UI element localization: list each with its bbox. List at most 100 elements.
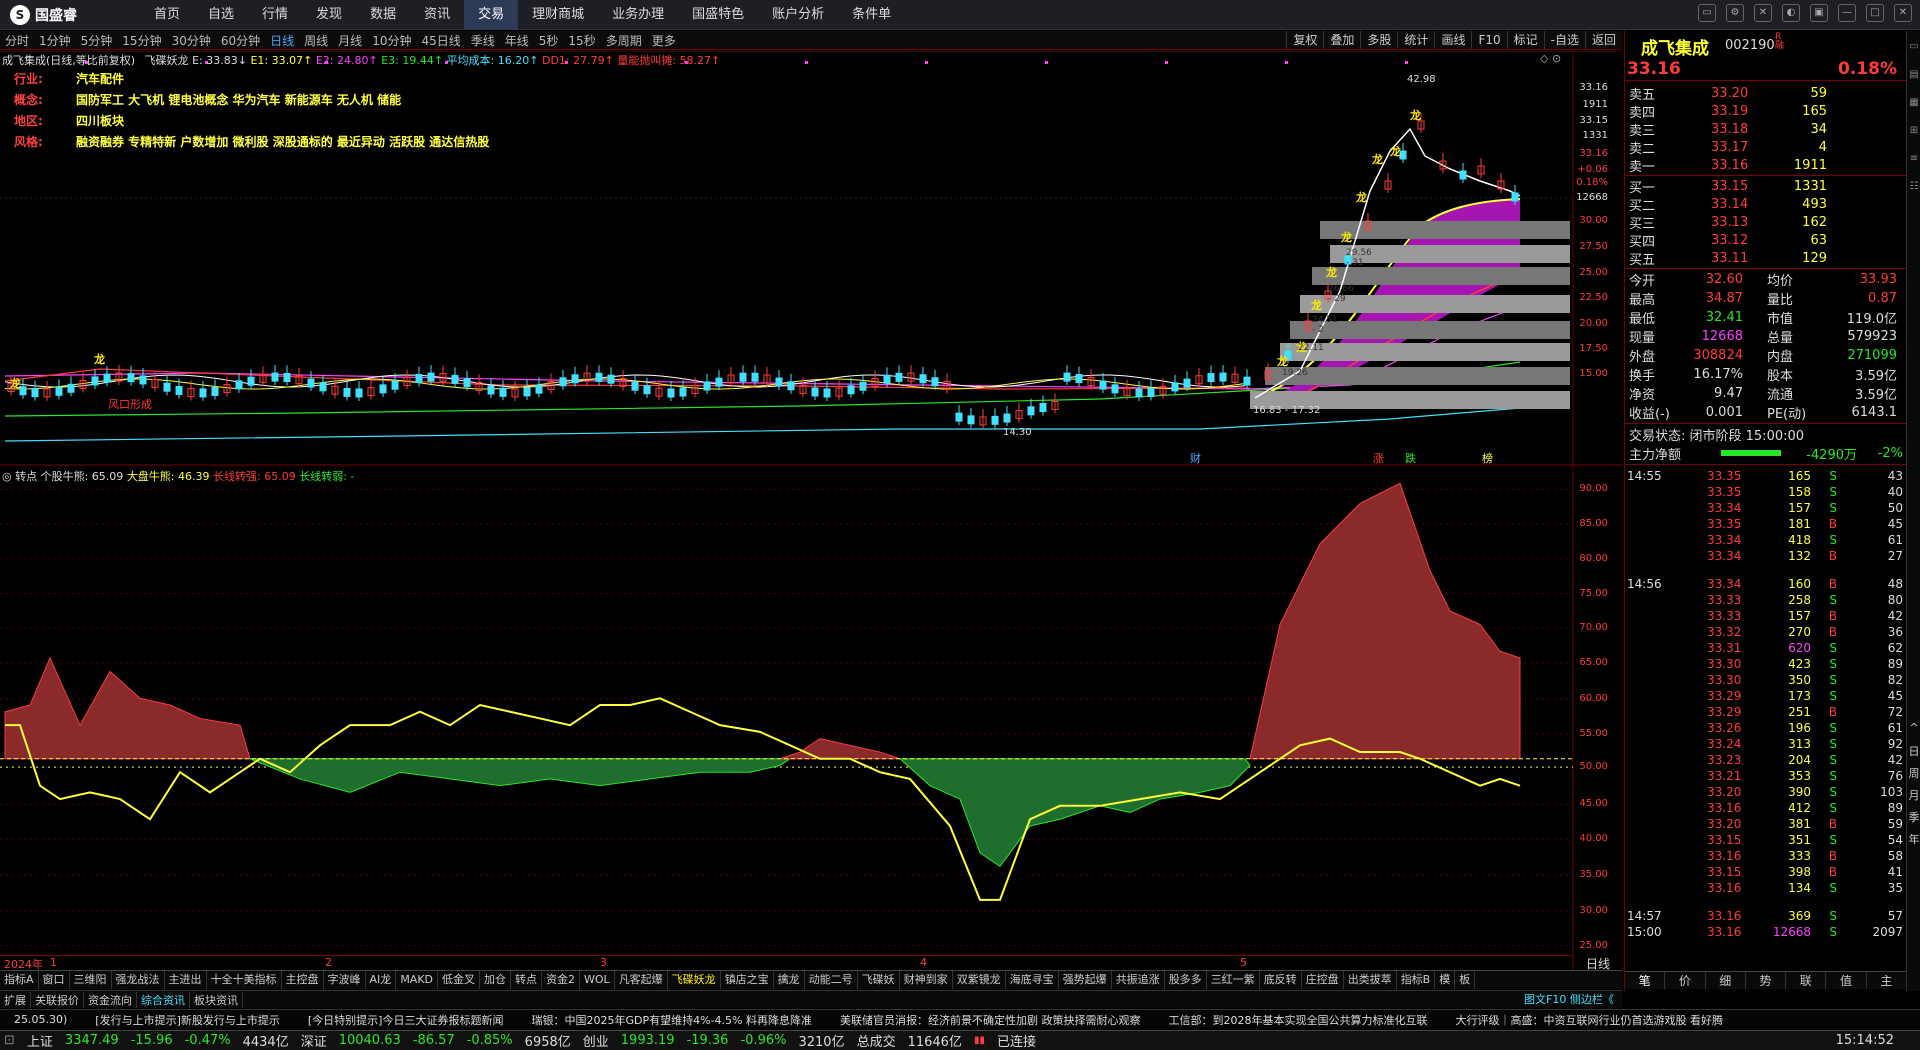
- side-tool-icon[interactable]: ☷: [1907, 181, 1920, 192]
- info-tab[interactable]: 扩展: [0, 991, 31, 1008]
- indicator-tab[interactable]: 转点: [511, 971, 543, 989]
- side-button[interactable]: 年: [1907, 831, 1920, 847]
- orderbook-row[interactable]: 卖三 33.18 34: [1625, 120, 1907, 139]
- orderbook-row[interactable]: 买二 33.14 493: [1625, 195, 1907, 214]
- message-icon[interactable]: ▭: [1698, 4, 1716, 22]
- menu-item-8[interactable]: 业务办理: [598, 0, 678, 30]
- maximize-icon[interactable]: □: [1866, 4, 1884, 22]
- indicator-tab[interactable]: 双紫镜龙: [953, 971, 1006, 989]
- period-16[interactable]: 更多: [647, 32, 681, 49]
- period-13[interactable]: 5秒: [534, 32, 564, 49]
- indicator-tab[interactable]: 十全十美指标: [207, 971, 282, 989]
- indicator-tab[interactable]: 强势起爆: [1059, 971, 1112, 989]
- oscillator-chart[interactable]: [0, 466, 1622, 970]
- toolbar-btn-1[interactable]: 叠加: [1323, 31, 1360, 49]
- period-6[interactable]: 日线: [265, 32, 299, 49]
- orderbook-row[interactable]: 买一 33.15 1331: [1625, 177, 1907, 196]
- indicator-tab[interactable]: 板: [1455, 971, 1476, 989]
- orderbook-row[interactable]: 买四 33.12 63: [1625, 231, 1907, 250]
- sub-indicator-name[interactable]: 转点: [15, 470, 37, 483]
- info-tab[interactable]: 资金流向: [84, 991, 137, 1008]
- quote-tab[interactable]: 笔: [1625, 972, 1666, 989]
- news-item[interactable]: [发行与上市提示]新股发行与上市提示: [81, 1012, 294, 1028]
- indicator-tab[interactable]: 指标B: [1397, 971, 1436, 989]
- period-9[interactable]: 10分钟: [367, 32, 416, 49]
- side-tool-icon[interactable]: ▭: [1907, 41, 1920, 52]
- indicator-tab[interactable]: 擒龙: [774, 971, 805, 989]
- indicator-tab[interactable]: 加仓: [480, 971, 512, 989]
- orderbook-row[interactable]: 买五 33.11 129: [1625, 249, 1907, 268]
- orderbook-row[interactable]: 买三 33.13 162: [1625, 213, 1907, 232]
- menu-item-5[interactable]: 资讯: [410, 0, 464, 30]
- event-marker[interactable]: 跌: [1405, 450, 1416, 466]
- side-button[interactable]: 日: [1907, 743, 1920, 759]
- indicator-tab[interactable]: 低金叉: [438, 971, 481, 989]
- menu-item-7[interactable]: 理财商城: [518, 0, 598, 30]
- indicator-tab[interactable]: 凡客起爆: [615, 971, 668, 989]
- indicator-tab[interactable]: 飞碟妖: [858, 971, 900, 989]
- settings-icon[interactable]: ⚙: [1726, 4, 1744, 22]
- quote-tab[interactable]: 主: [1867, 972, 1907, 989]
- period-8[interactable]: 月线: [333, 32, 367, 49]
- news-item[interactable]: 大行评级｜高盛：中资互联网行业仍首选游戏股 看好腾: [1441, 1012, 1737, 1028]
- quote-tab[interactable]: 价: [1665, 972, 1706, 989]
- news-ticker[interactable]: 25.05.30) [发行与上市提示]新股发行与上市提示 [今日特别提示]今日三大证…: [0, 1009, 1920, 1029]
- news-item[interactable]: 瑞银：中国2025年GDP有望维持4%-4.5% 料再降息降准: [517, 1012, 825, 1028]
- side-tool-icon[interactable]: ≡: [1907, 153, 1920, 164]
- toolbar-btn-3[interactable]: 统计: [1397, 31, 1434, 49]
- news-item[interactable]: [今日特别提示]今日三大证券报标题新闻: [294, 1012, 518, 1028]
- indicator-name[interactable]: 飞碟妖龙: [145, 54, 189, 67]
- tools-icon[interactable]: ✕: [1754, 4, 1772, 22]
- indicator-tab[interactable]: 三维阳: [70, 971, 112, 989]
- period-15[interactable]: 多周期: [601, 32, 647, 49]
- indicator-tab[interactable]: 指标A: [0, 971, 39, 989]
- indicator-tab[interactable]: 三红一紫: [1207, 971, 1260, 989]
- indicator-tab[interactable]: 财神到家: [900, 971, 953, 989]
- indicator-tab[interactable]: 模: [1435, 971, 1456, 989]
- quote-tab[interactable]: 值: [1826, 972, 1867, 989]
- restore-icon[interactable]: ▣: [1810, 4, 1828, 22]
- news-item[interactable]: 工信部：到2028年基本实现全国公共算力标准化互联: [1154, 1012, 1441, 1028]
- index-name[interactable]: 上证: [27, 1031, 53, 1050]
- toolbar-btn-6[interactable]: 标记: [1506, 31, 1544, 49]
- period-4[interactable]: 30分钟: [167, 32, 216, 49]
- expand-icon[interactable]: ⊡: [4, 1033, 15, 1048]
- indicator-tab[interactable]: 主进出: [165, 971, 207, 989]
- indicator-tab[interactable]: WOL: [580, 971, 615, 989]
- period-2[interactable]: 5分钟: [76, 32, 118, 49]
- orderbook-row[interactable]: 卖五 33.20 59: [1625, 84, 1907, 103]
- side-tool-icon[interactable]: ⊞: [1907, 125, 1920, 136]
- orderbook-row[interactable]: 卖一 33.16 1911: [1625, 156, 1907, 175]
- indicator-tab[interactable]: 庄控盘: [1302, 971, 1344, 989]
- minimize-icon[interactable]: —: [1838, 4, 1856, 22]
- menu-item-9[interactable]: 国盛特色: [678, 0, 758, 30]
- indicator-tab[interactable]: 共振追涨: [1112, 971, 1165, 989]
- period-5[interactable]: 60分钟: [216, 32, 265, 49]
- menu-item-1[interactable]: 自选: [194, 0, 248, 30]
- menu-item-3[interactable]: 发现: [302, 0, 356, 30]
- quote-tab[interactable]: 势: [1746, 972, 1787, 989]
- quote-tab[interactable]: 联: [1786, 972, 1827, 989]
- info-tab[interactable]: 综合资讯: [137, 991, 190, 1008]
- toolbar-btn-4[interactable]: 画线: [1434, 31, 1471, 49]
- side-tool-icon[interactable]: ▦: [1907, 97, 1920, 108]
- period-11[interactable]: 季线: [466, 32, 500, 49]
- skin-icon[interactable]: ◐: [1782, 4, 1800, 22]
- period-3[interactable]: 15分钟: [117, 32, 166, 49]
- indicator-tab[interactable]: 镇店之宝: [721, 971, 774, 989]
- toolbar-btn-5[interactable]: F10: [1471, 31, 1506, 49]
- indicator-tab[interactable]: 底反转: [1260, 971, 1302, 989]
- period-12[interactable]: 年线: [500, 32, 534, 49]
- quote-tab[interactable]: 细: [1706, 972, 1746, 989]
- event-marker[interactable]: 财: [1190, 450, 1201, 466]
- news-item[interactable]: 25.05.30): [0, 1013, 81, 1026]
- side-tool-icon[interactable]: ▤: [1907, 69, 1920, 80]
- index-name[interactable]: 创业: [583, 1031, 609, 1050]
- event-marker[interactable]: 涨: [1373, 450, 1384, 466]
- news-item[interactable]: 美联储官员消报：经济前景不确定性加剧 政策抉择需耐心观察: [826, 1012, 1155, 1028]
- indicator-tab[interactable]: 强龙战法: [112, 971, 165, 989]
- menu-item-2[interactable]: 行情: [248, 0, 302, 30]
- menu-item-4[interactable]: 数据: [356, 0, 410, 30]
- period-0[interactable]: 分时: [0, 32, 34, 49]
- period-1[interactable]: 1分钟: [34, 32, 76, 49]
